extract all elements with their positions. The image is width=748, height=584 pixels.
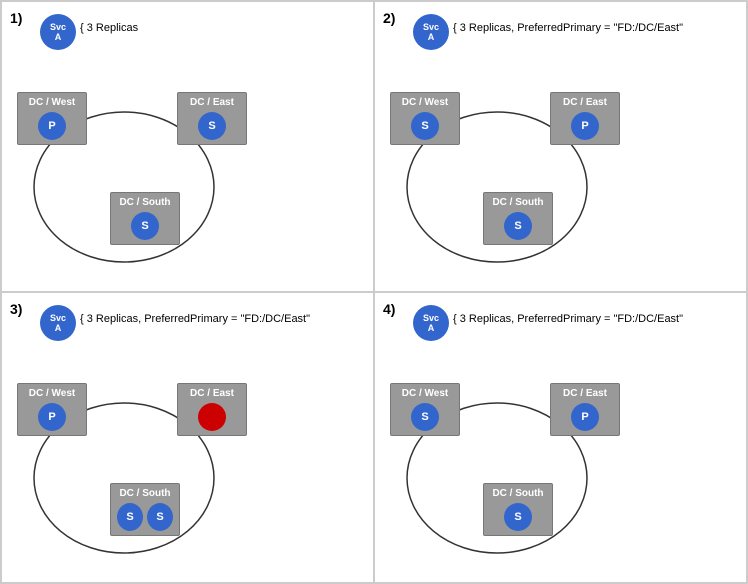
svc-circle-q4: SvcA [413, 305, 449, 341]
replica-dc_west-q2-0: S [411, 112, 439, 140]
replica-dc_west-q4-0: S [411, 403, 439, 431]
dc_west-title-q2: DC / West [397, 97, 453, 108]
replica-dc_east-q2-0: P [571, 112, 599, 140]
dc_south-title-q3: DC / South [117, 488, 173, 499]
quadrant-q2: 2) SvcA { 3 Replicas, PreferredPrimary = "… [374, 1, 747, 292]
svc-circle-q1: SvcA [40, 14, 76, 50]
dc_west-q3: DC / West P [17, 383, 87, 436]
replica-dc_west-q1-0: P [38, 112, 66, 140]
dc_west-q1: DC / West P [17, 92, 87, 145]
dc_west-q2: DC / West S [390, 92, 460, 145]
replica-dc_south-q3-0: S [117, 503, 143, 531]
dc_south-title-q1: DC / South [117, 197, 173, 208]
brace-label-q1: { 3 Replicas [80, 22, 138, 34]
dc_east-title-q2: DC / East [557, 97, 613, 108]
dc_south-q4: DC / South S [483, 483, 553, 536]
dc_west-title-q4: DC / West [397, 388, 453, 399]
dc_east-title-q1: DC / East [184, 97, 240, 108]
quad-label-q2: 2) [383, 10, 395, 26]
dc_east-q2: DC / East P [550, 92, 620, 145]
replica-dc_south-q3-1: S [147, 503, 173, 531]
quadrant-q4: 4) SvcA { 3 Replicas, PreferredPrimary = "… [374, 292, 747, 583]
brace-label-q4: { 3 Replicas, PreferredPrimary = "FD:/DC… [453, 313, 683, 325]
quad-label-q1: 1) [10, 10, 22, 26]
dc_south-q2: DC / South S [483, 192, 553, 245]
dc_east-title-q3: DC / East [184, 388, 240, 399]
replica-dc_east-q3-0 [198, 403, 226, 431]
replica-dc_south-q1-0: S [131, 212, 159, 240]
replica-dc_west-q3-0: P [38, 403, 66, 431]
brace-label-q2: { 3 Replicas, PreferredPrimary = "FD:/DC… [453, 22, 683, 34]
replica-dc_south-q2-0: S [504, 212, 532, 240]
dc_east-q1: DC / East S [177, 92, 247, 145]
dc_south-title-q2: DC / South [490, 197, 546, 208]
quadrant-q3: 3) SvcA { 3 Replicas, PreferredPrimary = "… [1, 292, 374, 583]
quad-label-q3: 3) [10, 301, 22, 317]
svc-circle-q3: SvcA [40, 305, 76, 341]
main-grid: 1)SvcA{ 3 ReplicasDC / WestPDC / EastSDC… [0, 0, 748, 584]
dc_east-q4: DC / East P [550, 383, 620, 436]
dc_south-q3: DC / South SS [110, 483, 180, 536]
replica-dc_south-q4-0: S [504, 503, 532, 531]
dc_west-q4: DC / West S [390, 383, 460, 436]
dc_west-title-q3: DC / West [24, 388, 80, 399]
dc_south-title-q4: DC / South [490, 488, 546, 499]
replica-dc_east-q1-0: S [198, 112, 226, 140]
dc_south-q1: DC / South S [110, 192, 180, 245]
dc_east-title-q4: DC / East [557, 388, 613, 399]
dc_west-title-q1: DC / West [24, 97, 80, 108]
quad-label-q4: 4) [383, 301, 395, 317]
brace-label-q3: { 3 Replicas, PreferredPrimary = "FD:/DC… [80, 313, 310, 325]
svc-circle-q2: SvcA [413, 14, 449, 50]
dc_east-q3: DC / East [177, 383, 247, 436]
quadrant-q1: 1)SvcA{ 3 ReplicasDC / WestPDC / EastSDC… [1, 1, 374, 292]
replica-dc_east-q4-0: P [571, 403, 599, 431]
